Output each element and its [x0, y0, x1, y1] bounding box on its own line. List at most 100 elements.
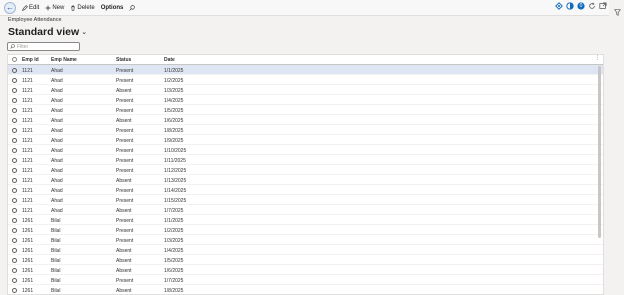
table-row[interactable]: 1261 Bilal Present 1/2/2025	[8, 225, 603, 235]
power-apps-icon[interactable]	[555, 2, 563, 10]
row-select-radio[interactable]	[12, 287, 17, 293]
cell-date: 1/11/2025	[164, 157, 186, 164]
row-select-radio[interactable]	[12, 87, 17, 93]
table-row[interactable]: 1121 Ahad Absent 1/3/2025	[8, 85, 603, 95]
cell-date: 1/4/2025	[164, 247, 184, 254]
row-select-radio[interactable]	[12, 247, 17, 253]
cell-date: 1/7/2025	[164, 207, 184, 214]
cell-emp-name: Ahad	[51, 107, 63, 114]
cell-date: 1/5/2025	[164, 107, 184, 114]
options-tab[interactable]: Options	[101, 5, 124, 11]
row-select-radio[interactable]	[12, 157, 17, 163]
filter-pane-icon[interactable]	[614, 3, 621, 21]
row-select-radio[interactable]	[12, 267, 17, 273]
edit-button[interactable]: Edit	[22, 5, 39, 11]
cell-emp-name: Ahad	[51, 197, 63, 204]
office-icon[interactable]	[566, 2, 574, 10]
table-row[interactable]: 1121 Ahad Present 1/1/2025	[8, 65, 603, 75]
cell-emp-name: Ahad	[51, 67, 63, 74]
cell-status: Present	[116, 107, 134, 114]
row-select-radio[interactable]	[12, 207, 17, 213]
row-select-radio[interactable]	[12, 147, 17, 153]
cell-emp-name: Bilal	[51, 237, 61, 244]
table-row[interactable]: 1121 Ahad Absent 1/13/2025	[8, 175, 603, 185]
table-row[interactable]: 1121 Ahad Present 1/2/2025	[8, 75, 603, 85]
cell-status: Present	[116, 167, 134, 174]
more-columns-icon[interactable]: ⋮	[595, 55, 600, 61]
search-button[interactable]	[129, 4, 136, 11]
table-row[interactable]: 1121 Ahad Present 1/10/2025	[8, 145, 603, 155]
row-select-radio[interactable]	[12, 177, 17, 183]
row-select-radio[interactable]	[12, 227, 17, 233]
cell-date: 1/12/2025	[164, 167, 187, 174]
delete-button[interactable]: Delete	[70, 5, 95, 11]
cell-status: Present	[116, 227, 134, 234]
table-row[interactable]: 1261 Bilal Absent 1/5/2025	[8, 255, 603, 265]
cell-status: Present	[116, 147, 134, 154]
row-select-radio[interactable]	[12, 127, 17, 133]
row-select-radio[interactable]	[12, 277, 17, 283]
table-row[interactable]: 1261 Bilal Present 1/1/2025	[8, 215, 603, 225]
cell-emp-name: Ahad	[51, 177, 63, 184]
column-header-status[interactable]: Status	[116, 57, 131, 63]
table-row[interactable]: 1121 Ahad Present 1/9/2025	[8, 135, 603, 145]
table-row[interactable]: 1121 Ahad Present 1/4/2025	[8, 95, 603, 105]
row-select-radio[interactable]	[12, 167, 17, 173]
row-select-radio[interactable]	[12, 107, 17, 113]
column-header-date[interactable]: Date	[164, 57, 175, 63]
table-row[interactable]: 1121 Ahad Absent 1/7/2025	[8, 205, 603, 215]
cell-emp-name: Ahad	[51, 167, 63, 174]
row-select-radio[interactable]	[12, 237, 17, 243]
cell-emp-id: 1261	[22, 257, 34, 264]
column-header-emp-id[interactable]: Emp Id	[22, 57, 39, 63]
table-row[interactable]: 1261 Bilal Absent 1/6/2025	[8, 265, 603, 275]
filter-placeholder: Filter	[17, 43, 29, 50]
table-row[interactable]: 1261 Bilal Absent 1/4/2025	[8, 245, 603, 255]
cell-emp-id: 1121	[22, 87, 33, 94]
table-row[interactable]: 1121 Ahad Absent 1/6/2025	[8, 115, 603, 125]
cell-date: 1/3/2025	[164, 237, 184, 244]
open-new-window-icon[interactable]	[599, 2, 607, 10]
row-select-radio[interactable]	[12, 257, 17, 263]
table-row[interactable]: 1121 Ahad Present 1/8/2025	[8, 125, 603, 135]
edit-label: Edit	[29, 4, 40, 11]
table-row[interactable]: 1121 Ahad Present 1/11/2025	[8, 155, 603, 165]
row-select-radio[interactable]	[12, 197, 17, 203]
row-select-radio[interactable]	[12, 187, 17, 193]
vertical-scrollbar[interactable]	[598, 66, 601, 238]
cell-emp-name: Bilal	[51, 287, 61, 294]
select-all-radio[interactable]	[12, 57, 17, 62]
cell-date: 1/15/2025	[164, 197, 187, 204]
table-row[interactable]: 1121 Ahad Present 1/15/2025	[8, 195, 603, 205]
cell-emp-name: Ahad	[51, 207, 63, 214]
table-row[interactable]: 1121 Ahad Present 1/14/2025	[8, 185, 603, 195]
cell-date: 1/4/2025	[164, 97, 184, 104]
filter-input[interactable]: Filter	[7, 42, 80, 51]
grid-body: 1121 Ahad Present 1/1/2025 1121 Ahad Present 1/…	[8, 65, 603, 294]
cell-emp-id: 1261	[22, 217, 34, 224]
view-selector[interactable]: Standard view ⌄	[8, 26, 87, 38]
refresh-icon[interactable]	[588, 2, 596, 10]
table-row[interactable]: 1261 Bilal Present 1/7/2025	[8, 275, 603, 285]
row-select-radio[interactable]	[12, 67, 17, 73]
cell-status: Absent	[116, 117, 132, 124]
table-row[interactable]: 1261 Bilal Present 1/3/2025	[8, 235, 603, 245]
row-select-radio[interactable]	[12, 77, 17, 83]
row-select-radio[interactable]	[12, 117, 17, 123]
table-row[interactable]: 1261 Bilal Absent 1/8/2025	[8, 285, 603, 294]
cell-emp-id: 1121	[22, 207, 33, 214]
cell-emp-id: 1261	[22, 267, 34, 274]
back-button[interactable]: ←	[4, 1, 16, 14]
table-row[interactable]: 1121 Ahad Present 1/12/2025	[8, 165, 603, 175]
cell-emp-name: Bilal	[51, 247, 61, 254]
cell-emp-id: 1121	[22, 137, 33, 144]
column-header-emp-name[interactable]: Emp Name	[51, 57, 77, 63]
attachments-badge[interactable]: 0	[577, 2, 585, 10]
cell-emp-name: Ahad	[51, 147, 63, 154]
grid-header: Emp Id Emp Name Status Date ⋮	[8, 55, 603, 65]
table-row[interactable]: 1121 Ahad Present 1/5/2025	[8, 105, 603, 115]
row-select-radio[interactable]	[12, 97, 17, 103]
row-select-radio[interactable]	[12, 137, 17, 143]
new-button[interactable]: New	[45, 5, 64, 11]
row-select-radio[interactable]	[12, 217, 17, 223]
